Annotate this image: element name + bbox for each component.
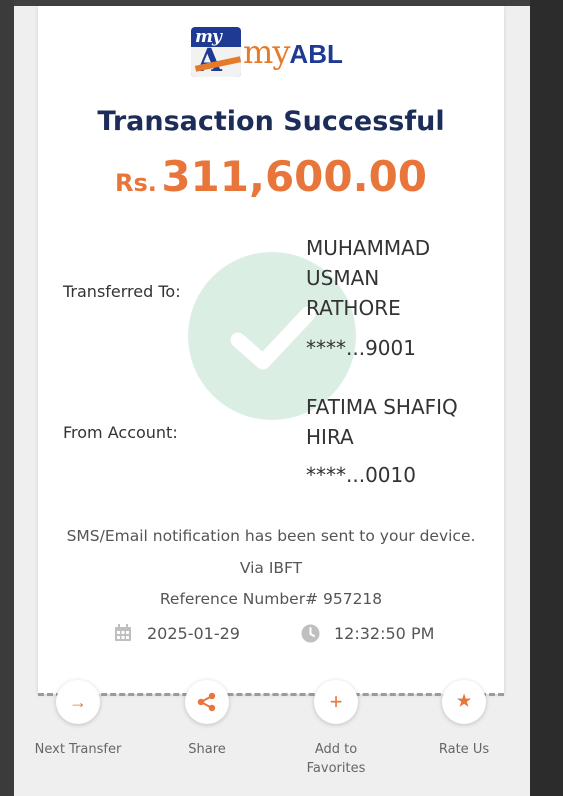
receipt-tear-line bbox=[38, 693, 504, 696]
transaction-time: 12:32:50 PM bbox=[334, 624, 435, 643]
recipient-name: MUHAMMAD USMAN RATHORE bbox=[306, 236, 431, 320]
reference-number: Reference Number# 957218 bbox=[159, 590, 383, 608]
logo-wordmark-my: my bbox=[243, 33, 290, 71]
recipient-account: ****...9001 bbox=[306, 336, 416, 360]
amount-value: 311,600.00 bbox=[161, 152, 428, 201]
page-title: Transaction Successful bbox=[97, 106, 445, 137]
logo-badge: my A bbox=[191, 27, 241, 77]
plus-icon[interactable]: + bbox=[314, 680, 358, 724]
myabl-logo: my A myABL bbox=[191, 27, 361, 79]
next-transfer-label: Next Transfer bbox=[34, 742, 122, 757]
arrow-right-icon[interactable]: → bbox=[56, 680, 100, 724]
share-icon[interactable] bbox=[185, 680, 229, 724]
sender-account: ****...0010 bbox=[306, 463, 416, 487]
logo-wordmark: myABL bbox=[243, 33, 343, 71]
add-to-favorites-label: Add to Favorites bbox=[306, 742, 366, 776]
transaction-amount: Rs. 311,600.00 bbox=[38, 152, 504, 201]
share-label: Share bbox=[188, 742, 226, 757]
sender-name: FATIMA SHAFIQ HIRA bbox=[306, 395, 458, 449]
transaction-date: 2025-01-29 bbox=[147, 624, 240, 643]
from-account-label: From Account: bbox=[63, 423, 178, 442]
amount-currency: Rs. bbox=[114, 169, 157, 197]
rate-us-label: Rate Us bbox=[438, 742, 490, 757]
calendar-icon bbox=[115, 624, 131, 641]
star-icon[interactable]: ★ bbox=[442, 680, 486, 724]
window-left-border bbox=[0, 0, 14, 796]
logo-badge-letter: A bbox=[197, 41, 222, 77]
transferred-to-label: Transferred To: bbox=[63, 282, 181, 301]
clock-icon bbox=[301, 624, 320, 643]
logo-wordmark-abl: ABL bbox=[289, 39, 343, 69]
notification-text: SMS/Email notification has been sent to … bbox=[66, 527, 476, 545]
transfer-channel: Via IBFT bbox=[239, 559, 303, 577]
window-right-border bbox=[530, 0, 563, 796]
